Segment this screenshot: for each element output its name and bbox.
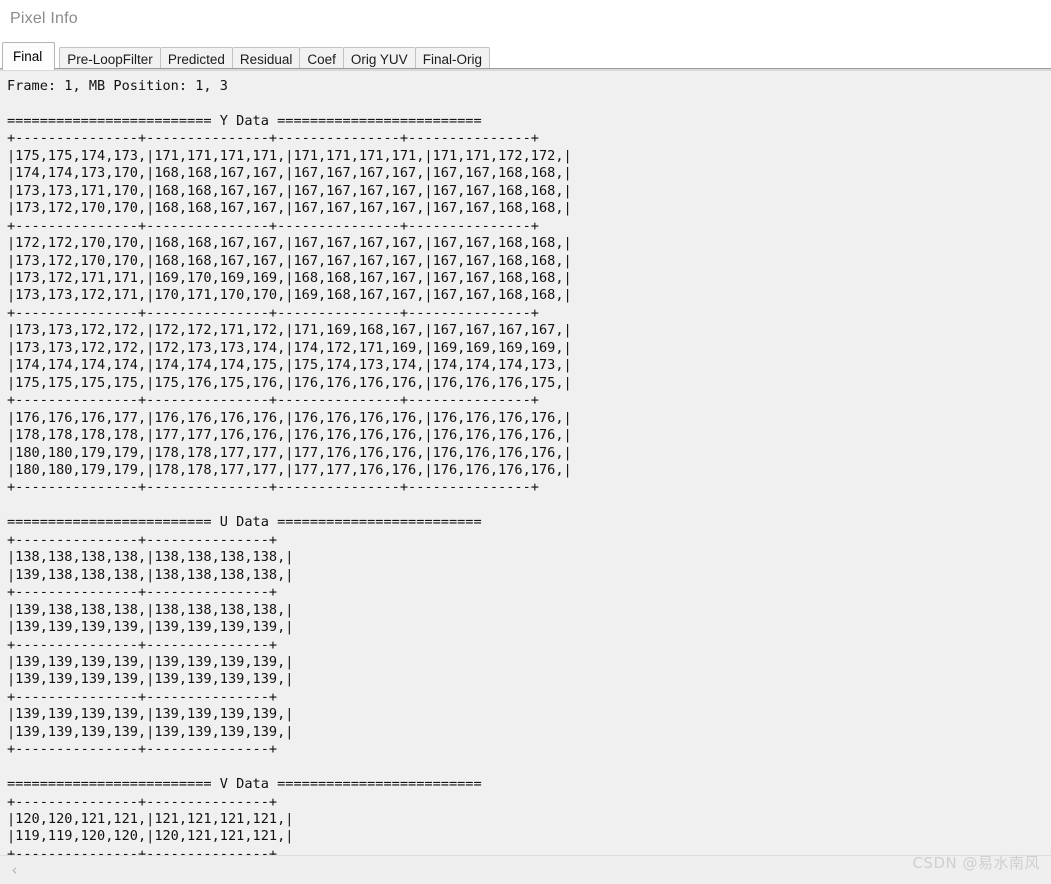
pixel-info-panel: Pixel Info Final Pre-LoopFilter Predicted R… <box>0 0 1051 884</box>
pixel-dump-text: Frame: 1, MB Position: 1, 3 ============… <box>7 78 572 855</box>
tab-label: Final <box>13 49 43 64</box>
scrollbar-track[interactable] <box>24 856 1051 884</box>
tab-coef[interactable]: Coef <box>299 47 344 70</box>
tab-label: Coef <box>307 51 336 67</box>
tab-predicted[interactable]: Predicted <box>159 47 233 70</box>
tab-residual[interactable]: Residual <box>231 47 301 70</box>
tab-label: Orig YUV <box>350 51 408 67</box>
tab-label: Residual <box>239 51 293 67</box>
tab-label: Predicted <box>167 51 225 67</box>
tab-final-orig[interactable]: Final-Orig <box>414 47 490 70</box>
scroll-left-chevron-icon[interactable]: ‹ <box>6 861 23 879</box>
page-title: Pixel Info <box>10 10 78 27</box>
tab-label: Pre-LoopFilter <box>67 51 153 67</box>
pixel-dump-scroll-area[interactable]: Frame: 1, MB Position: 1, 3 ============… <box>0 71 1051 855</box>
tab-bar: Final Pre-LoopFilter Predicted Residual Coef… <box>0 38 1051 70</box>
tab-orig-yuv[interactable]: Orig YUV <box>342 47 416 70</box>
horizontal-scrollbar[interactable]: ‹ <box>0 855 1051 884</box>
tab-pre-loopfilter[interactable]: Pre-LoopFilter <box>59 47 161 70</box>
tab-label: Final-Orig <box>422 51 482 67</box>
tab-final[interactable]: Final <box>2 42 56 70</box>
